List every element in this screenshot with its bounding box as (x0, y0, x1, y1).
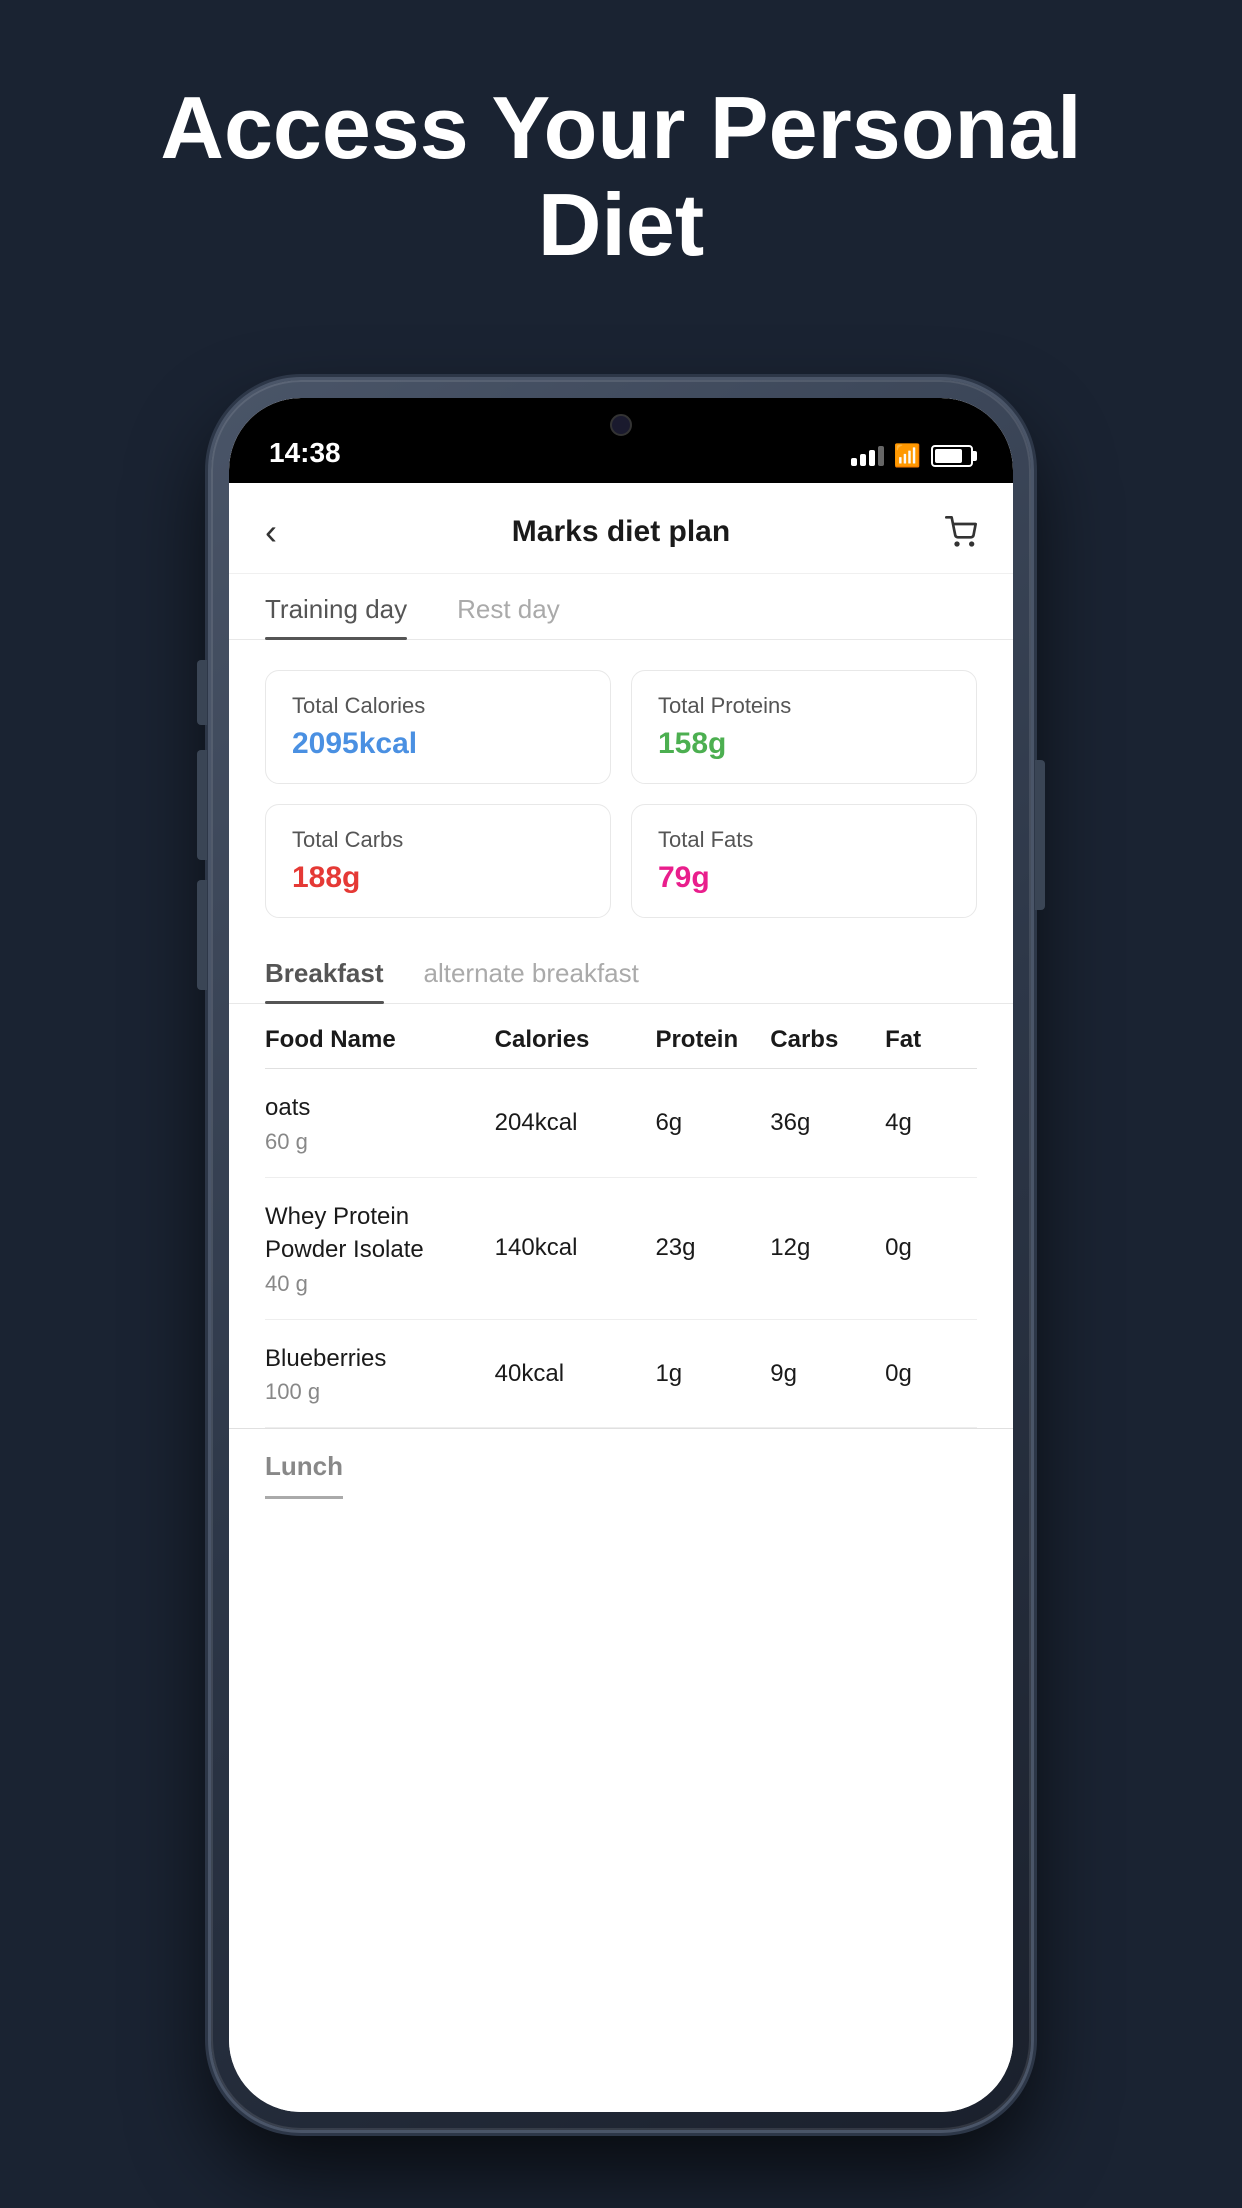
status-bar: 14:38 📶 (229, 398, 1013, 483)
phone-screen: 14:38 📶 ‹ Marks diet plan (229, 398, 1013, 2112)
back-button[interactable]: ‹ (265, 511, 315, 553)
battery-fill (935, 449, 962, 463)
food-name-cell-whey: Whey Protein Powder Isolate 40 g (265, 1200, 495, 1297)
food-protein-whey: 23g (655, 1234, 770, 1262)
page-title: Marks diet plan (512, 515, 730, 549)
food-weight-oats: 60 g (265, 1129, 495, 1155)
signal-bar-3 (869, 450, 875, 466)
food-fat-whey: 0g (885, 1234, 977, 1262)
phone-mockup: 14:38 📶 ‹ Marks diet plan (211, 380, 1031, 2130)
food-table: Food Name Calories Protein Carbs Fat oat… (229, 1004, 1013, 1428)
col-header-protein: Protein (655, 1026, 770, 1054)
status-time: 14:38 (269, 437, 341, 469)
stats-grid: Total Calories 2095kcal Total Proteins 1… (229, 640, 1013, 938)
cart-icon[interactable] (927, 516, 977, 548)
table-header: Food Name Calories Protein Carbs Fat (265, 1004, 977, 1069)
stat-value-proteins: 158g (658, 727, 950, 761)
food-name-blueberries: Blueberries (265, 1342, 495, 1376)
meal-tabs: Breakfast alternate breakfast (229, 938, 1013, 1004)
food-fat-blueberries: 0g (885, 1360, 977, 1388)
stat-value-carbs: 188g (292, 861, 584, 895)
food-weight-whey: 40 g (265, 1271, 495, 1297)
food-name-cell-blueberries: Blueberries 100 g (265, 1342, 495, 1406)
stat-label-carbs: Total Carbs (292, 827, 584, 853)
side-button-power (1035, 760, 1045, 910)
food-weight-blueberries: 100 g (265, 1379, 495, 1405)
stat-value-calories: 2095kcal (292, 727, 584, 761)
food-protein-blueberries: 1g (655, 1360, 770, 1388)
table-row: Blueberries 100 g 40kcal 1g 9g 0g (265, 1320, 977, 1429)
food-carbs-blueberries: 9g (770, 1360, 885, 1388)
stat-label-calories: Total Calories (292, 693, 584, 719)
lunch-section: Lunch (229, 1428, 1013, 1499)
app-header: ‹ Marks diet plan (229, 483, 1013, 574)
food-name-cell-oats: oats 60 g (265, 1091, 495, 1155)
table-row: Whey Protein Powder Isolate 40 g 140kcal… (265, 1178, 977, 1320)
food-fat-oats: 4g (885, 1109, 977, 1137)
col-header-food-name: Food Name (265, 1026, 495, 1054)
signal-bar-1 (851, 458, 857, 466)
food-calories-oats: 204kcal (495, 1109, 656, 1137)
signal-bar-4 (878, 446, 884, 466)
wifi-icon: 📶 (894, 443, 921, 469)
stat-card-calories: Total Calories 2095kcal (265, 670, 611, 784)
food-calories-blueberries: 40kcal (495, 1360, 656, 1388)
side-button-mute (197, 660, 207, 725)
stat-card-carbs: Total Carbs 188g (265, 804, 611, 918)
side-button-vol-down (197, 880, 207, 990)
food-name-whey: Whey Protein Powder Isolate (265, 1200, 495, 1267)
food-name-oats: oats (265, 1091, 495, 1125)
stat-value-fats: 79g (658, 861, 950, 895)
col-header-fat: Fat (885, 1026, 977, 1054)
stat-label-fats: Total Fats (658, 827, 950, 853)
day-tabs: Training day Rest day (229, 574, 1013, 640)
battery-icon (931, 445, 973, 467)
signal-bar-2 (860, 454, 866, 466)
food-carbs-oats: 36g (770, 1109, 885, 1137)
col-header-calories: Calories (495, 1026, 656, 1054)
hero-title: Access Your Personal Diet (0, 80, 1242, 274)
tab-breakfast[interactable]: Breakfast (265, 938, 384, 1003)
tab-alt-breakfast[interactable]: alternate breakfast (424, 938, 639, 1003)
table-row: oats 60 g 204kcal 6g 36g 4g (265, 1069, 977, 1178)
tab-training-day[interactable]: Training day (265, 574, 407, 639)
app-content: ‹ Marks diet plan Training day Rest day (229, 483, 1013, 2112)
side-button-vol-up (197, 750, 207, 860)
stat-card-fats: Total Fats 79g (631, 804, 977, 918)
food-protein-oats: 6g (655, 1109, 770, 1137)
signal-bars-icon (851, 446, 884, 466)
tab-lunch[interactable]: Lunch (265, 1451, 343, 1499)
stat-label-proteins: Total Proteins (658, 693, 950, 719)
stat-card-proteins: Total Proteins 158g (631, 670, 977, 784)
tab-rest-day[interactable]: Rest day (457, 574, 560, 639)
col-header-carbs: Carbs (770, 1026, 885, 1054)
status-icons: 📶 (851, 443, 973, 469)
food-calories-whey: 140kcal (495, 1234, 656, 1262)
food-carbs-whey: 12g (770, 1234, 885, 1262)
